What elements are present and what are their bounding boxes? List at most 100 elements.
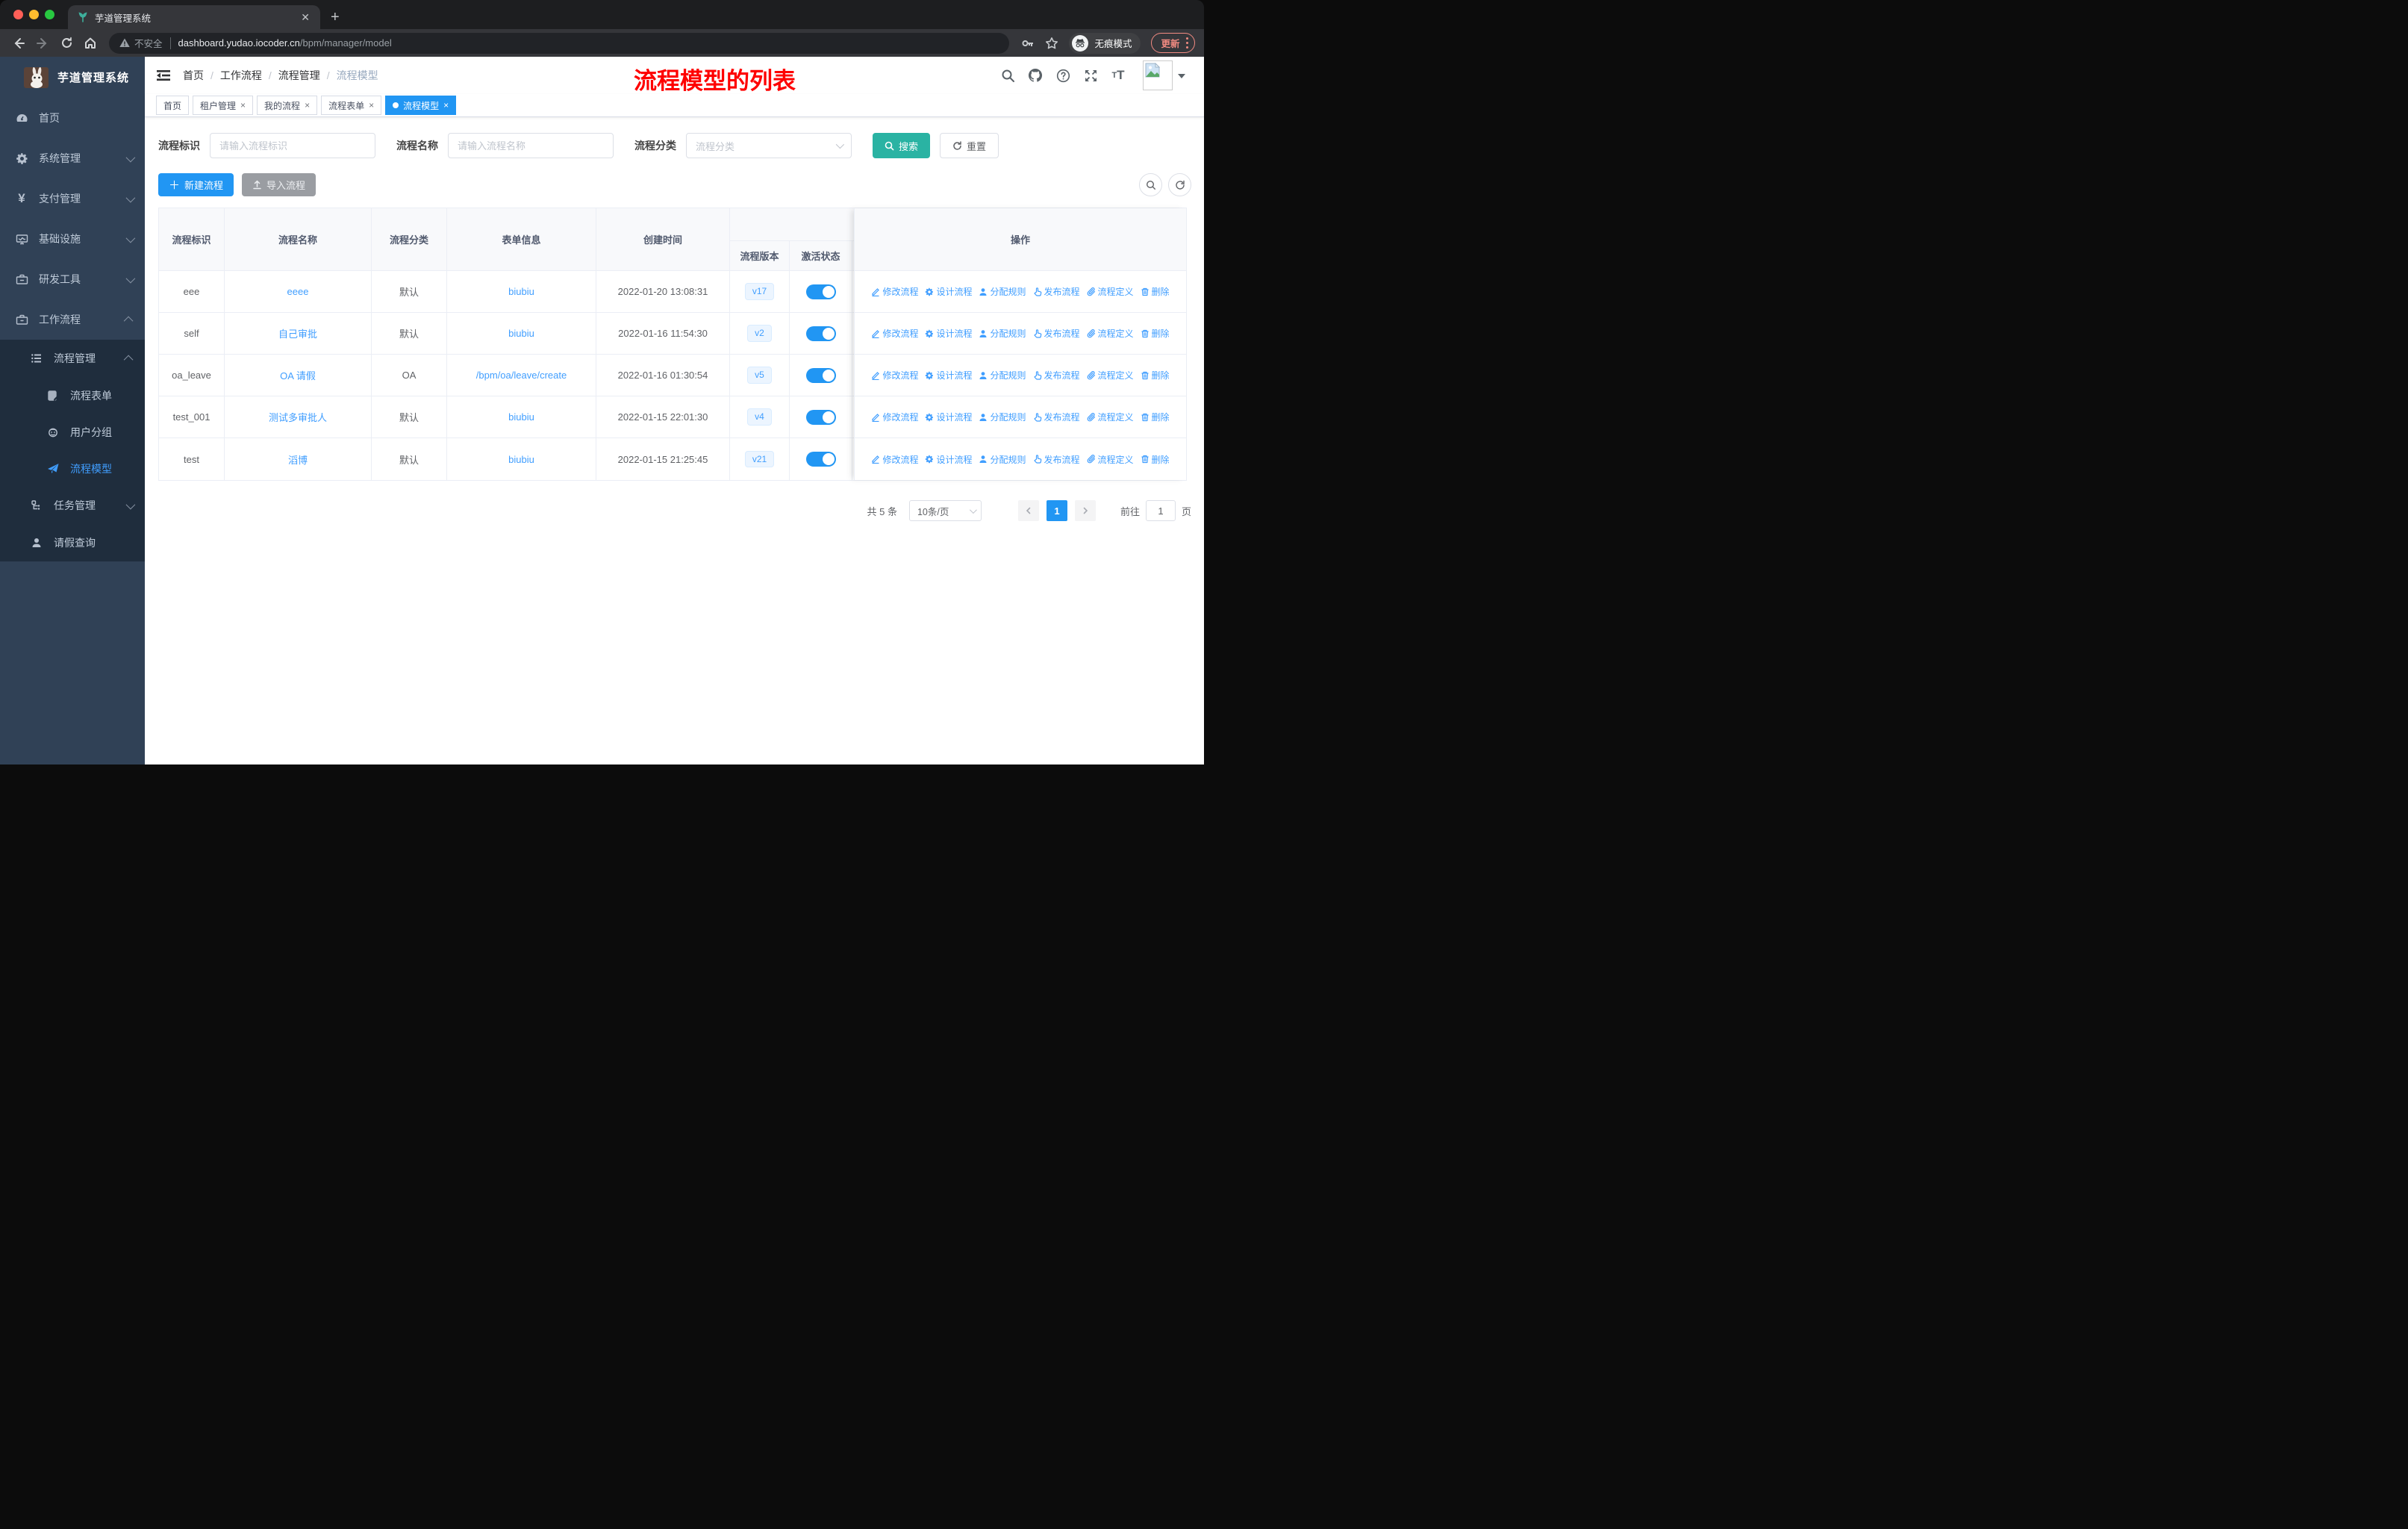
active-toggle[interactable] <box>805 367 836 383</box>
minimize-window-button[interactable] <box>29 10 39 19</box>
current-page[interactable]: 1 <box>1046 500 1067 521</box>
update-button[interactable]: 更新 <box>1151 33 1195 53</box>
delete-link[interactable]: 删除 <box>1141 327 1170 340</box>
bookmark-star-icon[interactable] <box>1042 34 1061 53</box>
tag-tenant[interactable]: 租户管理 × <box>193 96 254 115</box>
tab-close-icon[interactable]: ✕ <box>298 11 313 24</box>
sidebar-item-workflow[interactable]: 工作流程 <box>0 299 145 340</box>
back-icon[interactable] <box>9 34 28 53</box>
cell-name-link[interactable]: 自己审批 <box>278 326 317 340</box>
cell-form-link[interactable]: biubiu <box>508 328 534 339</box>
assign-rule-link[interactable]: 分配规则 <box>979 411 1026 423</box>
search-icon[interactable] <box>1000 68 1015 83</box>
publish-process-link[interactable]: 发布流程 <box>1033 369 1080 382</box>
font-size-icon[interactable]: TT <box>1111 68 1126 83</box>
search-button[interactable]: 搜索 <box>873 133 931 158</box>
browser-tab[interactable]: 芋道管理系统 ✕ <box>68 5 320 29</box>
browser-menu-icon[interactable] <box>1185 37 1188 49</box>
prev-page-button[interactable] <box>1017 500 1039 521</box>
process-definition-link[interactable]: 流程定义 <box>1087 411 1134 423</box>
assign-rule-link[interactable]: 分配规则 <box>979 327 1026 340</box>
active-toggle[interactable] <box>805 284 836 299</box>
design-process-link[interactable]: 设计流程 <box>925 369 972 382</box>
import-process-button[interactable]: 导入流程 <box>242 173 316 196</box>
close-icon[interactable]: × <box>240 100 246 110</box>
address-bar[interactable]: 不安全 dashboard.yudao.iocoder.cn/bpm/manag… <box>109 32 1010 54</box>
assign-rule-link[interactable]: 分配规则 <box>979 369 1026 382</box>
hamburger-icon[interactable] <box>156 68 171 83</box>
cell-form-link[interactable]: biubiu <box>508 454 534 465</box>
cell-name-link[interactable]: OA 请假 <box>280 368 316 382</box>
home-icon[interactable] <box>81 34 100 53</box>
delete-link[interactable]: 删除 <box>1141 369 1170 382</box>
design-process-link[interactable]: 设计流程 <box>925 285 972 298</box>
sidebar-item-process-form[interactable]: 流程表单 <box>0 377 145 414</box>
close-icon[interactable]: × <box>305 100 310 110</box>
design-process-link[interactable]: 设计流程 <box>925 411 972 423</box>
sidebar-item-home[interactable]: 首页 <box>0 98 145 138</box>
goto-page-input[interactable] <box>1145 500 1176 521</box>
close-window-button[interactable] <box>13 10 23 19</box>
delete-link[interactable]: 删除 <box>1141 453 1170 466</box>
process-definition-link[interactable]: 流程定义 <box>1087 369 1134 382</box>
close-icon[interactable]: × <box>369 100 374 110</box>
cell-form-link[interactable]: /bpm/oa/leave/create <box>476 370 567 381</box>
assign-rule-link[interactable]: 分配规则 <box>979 453 1026 466</box>
refresh-table-button[interactable] <box>1168 173 1191 196</box>
tag-my-process[interactable]: 我的流程 × <box>257 96 318 115</box>
maximize-window-button[interactable] <box>45 10 54 19</box>
tag-process-form[interactable]: 流程表单 × <box>321 96 382 115</box>
avatar-broken-image[interactable] <box>1143 60 1185 90</box>
forward-icon[interactable] <box>33 34 52 53</box>
process-definition-link[interactable]: 流程定义 <box>1087 453 1134 466</box>
design-process-link[interactable]: 设计流程 <box>925 453 972 466</box>
edit-process-link[interactable]: 修改流程 <box>871 411 918 423</box>
github-icon[interactable] <box>1028 68 1043 83</box>
sidebar-item-leave-query[interactable]: 请假查询 <box>0 524 145 561</box>
edit-process-link[interactable]: 修改流程 <box>871 453 918 466</box>
delete-link[interactable]: 删除 <box>1141 285 1170 298</box>
reset-button[interactable]: 重置 <box>940 133 999 158</box>
window-controls[interactable] <box>0 0 68 29</box>
tag-process-model[interactable]: 流程模型 × <box>385 96 457 115</box>
sidebar-item-process-model[interactable]: 流程模型 <box>0 450 145 487</box>
cell-name-link[interactable]: eeee <box>287 286 309 297</box>
sidebar-item-devtools[interactable]: 研发工具 <box>0 259 145 299</box>
active-toggle[interactable] <box>805 409 836 425</box>
publish-process-link[interactable]: 发布流程 <box>1033 411 1080 423</box>
help-icon[interactable] <box>1055 68 1070 83</box>
process-definition-link[interactable]: 流程定义 <box>1087 327 1134 340</box>
new-tab-button[interactable]: + <box>331 9 340 26</box>
page-size-select[interactable]: 10条/页 <box>908 500 982 521</box>
edit-process-link[interactable]: 修改流程 <box>871 369 918 382</box>
sidebar-item-task-manage[interactable]: 任务管理 <box>0 487 145 524</box>
cell-form-link[interactable]: biubiu <box>508 286 534 297</box>
design-process-link[interactable]: 设计流程 <box>925 327 972 340</box>
publish-process-link[interactable]: 发布流程 <box>1033 285 1080 298</box>
sidebar-item-infra[interactable]: 基础设施 <box>0 219 145 259</box>
breadcrumb-process-manage[interactable]: 流程管理 <box>278 68 320 83</box>
assign-rule-link[interactable]: 分配规则 <box>979 285 1026 298</box>
cell-name-link[interactable]: 滔博 <box>288 452 308 467</box>
fullscreen-icon[interactable] <box>1083 68 1098 83</box>
close-icon[interactable]: × <box>443 100 449 110</box>
toggle-search-button[interactable] <box>1139 173 1162 196</box>
cell-form-link[interactable]: biubiu <box>508 411 534 423</box>
sidebar-item-system[interactable]: 系统管理 <box>0 138 145 178</box>
sidebar-item-user-group[interactable]: 用户分组 <box>0 414 145 450</box>
active-toggle[interactable] <box>805 326 836 341</box>
sidebar-item-payment[interactable]: ¥ 支付管理 <box>0 178 145 219</box>
breadcrumb-home[interactable]: 首页 <box>183 68 204 83</box>
breadcrumb-workflow[interactable]: 工作流程 <box>220 68 262 83</box>
filter-name-input[interactable] <box>448 133 614 158</box>
filter-category-select[interactable]: 流程分类 <box>686 133 852 158</box>
active-toggle[interactable] <box>805 452 836 467</box>
process-definition-link[interactable]: 流程定义 <box>1087 285 1134 298</box>
sidebar-item-process-manage[interactable]: 流程管理 <box>0 340 145 377</box>
publish-process-link[interactable]: 发布流程 <box>1033 453 1080 466</box>
publish-process-link[interactable]: 发布流程 <box>1033 327 1080 340</box>
next-page-button[interactable] <box>1074 500 1096 521</box>
password-key-icon[interactable] <box>1018 34 1038 53</box>
app-logo-row[interactable]: 芋道管理系统 <box>0 57 145 98</box>
create-process-button[interactable]: ＋ 新建流程 <box>158 173 234 196</box>
